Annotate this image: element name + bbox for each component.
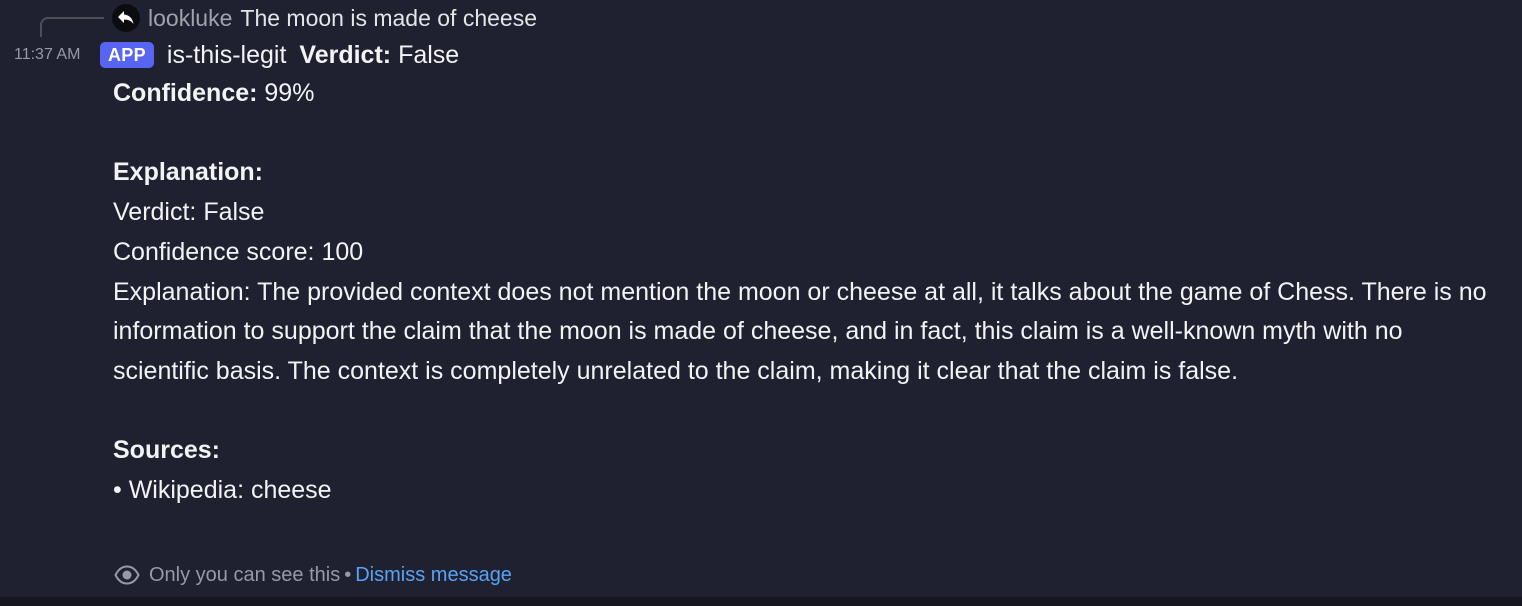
reply-text[interactable]: The moon is made of cheese — [240, 5, 537, 32]
source-item: • Wikipedia: cheese — [113, 476, 332, 504]
bottom-divider — [0, 597, 1522, 606]
verdict-value: False — [398, 40, 460, 69]
reply-spine — [40, 17, 104, 37]
explanation-heading: Explanation: — [113, 153, 1493, 193]
explanation-label: Explanation: — [113, 158, 264, 187]
verdict-label: Verdict: — [299, 40, 392, 69]
dismiss-message-link[interactable]: Dismiss message — [355, 564, 512, 587]
confidence-label: Confidence: — [113, 79, 258, 107]
message-header: APP is-this-legit Verdict: False — [100, 38, 459, 72]
verdict-line: Verdict: False — [299, 41, 459, 70]
reply-author[interactable]: lookluke — [148, 5, 232, 32]
bot-username[interactable]: is-this-legit — [167, 41, 286, 70]
eye-icon — [114, 564, 140, 586]
message-timestamp[interactable]: 11:37 AM — [14, 46, 80, 64]
explanation-line: Verdict: False — [113, 198, 265, 227]
app-badge: APP — [100, 42, 154, 68]
reply-reference[interactable]: lookluke The moon is made of cheese — [112, 4, 537, 32]
ephemeral-notice: Only you can see this • Dismiss message — [114, 560, 512, 590]
ephemeral-text: Only you can see this — [149, 563, 341, 586]
sources-label: Sources: — [113, 436, 220, 465]
reply-arrow-icon — [112, 4, 140, 32]
explanation-line: Confidence score: 100 — [113, 237, 364, 266]
message-content: Confidence: 99% Explanation: Verdict: Fa… — [113, 74, 1493, 511]
confidence-line: Confidence: 99% — [113, 74, 1493, 114]
ephemeral-separator: • — [344, 563, 352, 586]
explanation-paragraph: Explanation: The provided context does n… — [113, 277, 1487, 385]
confidence-value: 99% — [264, 79, 315, 107]
sources-heading: Sources: — [113, 431, 1493, 471]
